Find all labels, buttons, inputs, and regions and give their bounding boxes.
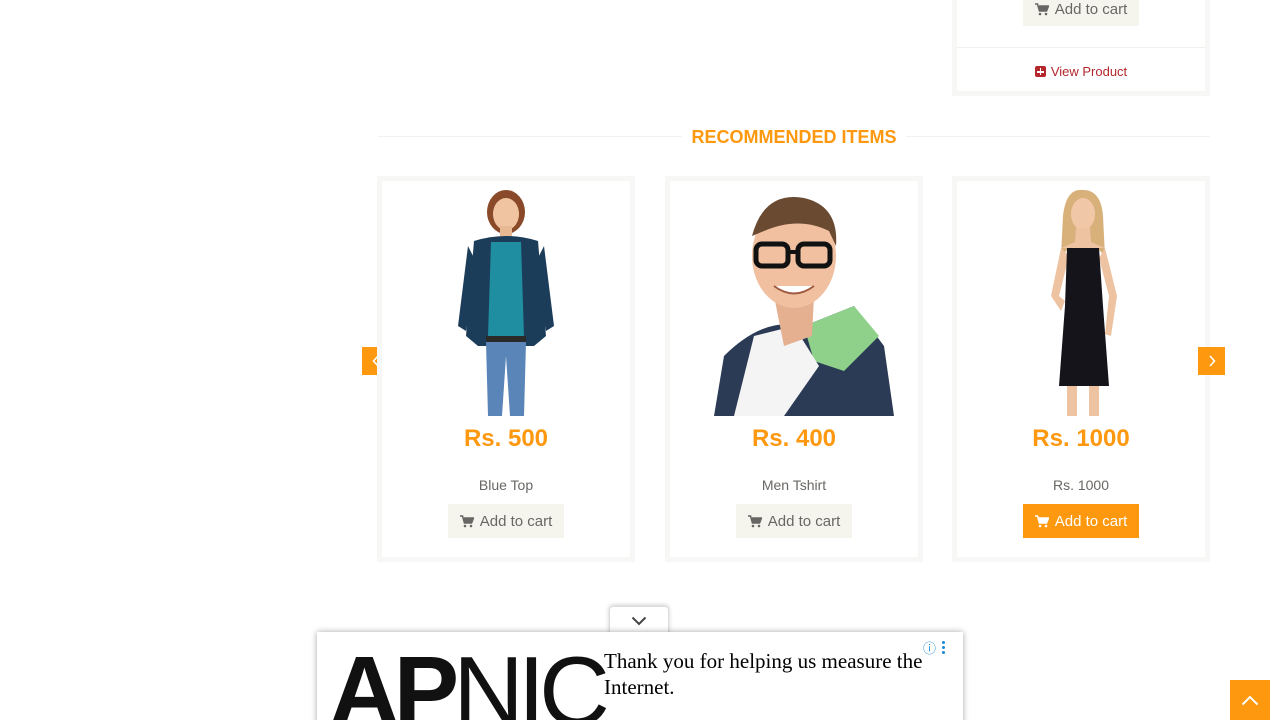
add-to-cart-button[interactable]: Add to cart: [1023, 504, 1139, 538]
cart-icon: [1034, 514, 1049, 527]
product-card: Rs. 400 Men Tshirt Add to cart: [665, 176, 923, 562]
cart-icon: [747, 514, 762, 527]
chevron-up-icon: [1241, 695, 1259, 705]
product-name: Rs. 1000: [1052, 477, 1110, 493]
product-name: Men Tshirt: [761, 477, 827, 493]
scroll-to-top-button[interactable]: [1230, 680, 1270, 720]
add-to-cart-label: Add to cart: [479, 512, 553, 530]
chevron-right-icon: [1208, 355, 1216, 367]
more-options-icon[interactable]: [942, 641, 945, 654]
view-product-label: View Product: [1050, 64, 1128, 79]
woman-blue-top-image: [458, 190, 554, 416]
product-card: Rs. 500 Blue Top Add to cart: [377, 176, 635, 562]
product-image[interactable]: [670, 181, 918, 416]
product-image[interactable]: [957, 181, 1205, 416]
ad-options[interactable]: ⓘ: [923, 638, 945, 657]
ad-logo-light: NIC: [453, 636, 610, 720]
chevron-down-icon: [631, 616, 647, 625]
ad-logo: APNIC: [329, 642, 610, 720]
add-to-cart-button[interactable]: Add to cart: [1023, 0, 1139, 26]
product-price: Rs. 500: [463, 425, 549, 452]
ad-banner[interactable]: APNIC Thank you for helping us measure t…: [317, 632, 963, 720]
view-product-link[interactable]: View Product: [957, 64, 1205, 79]
product-name: Blue Top: [478, 477, 534, 493]
ad-message: Thank you for helping us measure the Int…: [604, 649, 923, 699]
woman-black-dress-image: [1051, 189, 1117, 416]
product-card-partial: Add to cart View Product: [952, 0, 1210, 96]
product-price: Rs. 400: [751, 425, 837, 452]
add-to-cart-label: Add to cart: [767, 512, 841, 530]
cart-icon: [1034, 2, 1049, 15]
card-divider: [957, 47, 1205, 48]
product-card: Rs. 1000 Rs. 1000 Add to cart: [952, 176, 1210, 562]
product-price: Rs. 1000: [1032, 425, 1130, 452]
product-image[interactable]: [382, 181, 630, 416]
man-tshirt-image: [714, 197, 894, 416]
cart-icon: [459, 514, 474, 527]
ad-collapse-toggle[interactable]: [609, 606, 669, 634]
add-to-cart-label: Add to cart: [1054, 512, 1128, 530]
carousel-next-button[interactable]: [1198, 347, 1225, 375]
info-icon[interactable]: ⓘ: [923, 638, 936, 657]
section-title: RECOMMENDED ITEMS: [682, 126, 906, 148]
ad-logo-bold: AP: [329, 636, 459, 720]
add-to-cart-button[interactable]: Add to cart: [736, 504, 852, 538]
plus-square-icon: [1034, 66, 1046, 77]
add-to-cart-label: Add to cart: [1054, 0, 1128, 18]
add-to-cart-button[interactable]: Add to cart: [448, 504, 564, 538]
